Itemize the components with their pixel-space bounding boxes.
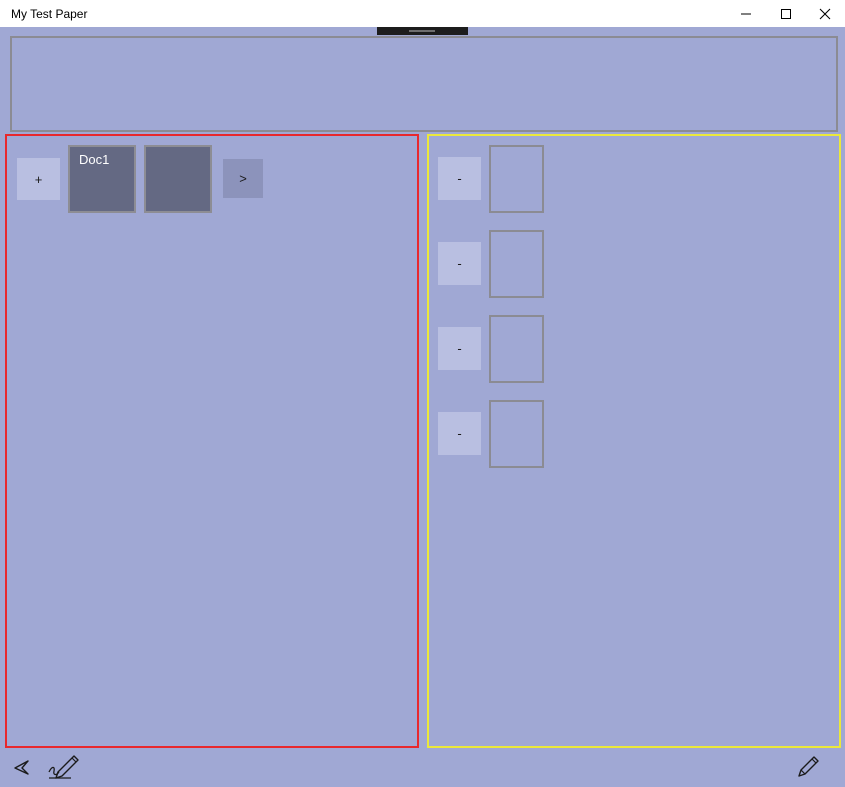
close-button[interactable] bbox=[805, 0, 845, 27]
pencil-button[interactable] bbox=[795, 752, 821, 780]
window-title: My Test Paper bbox=[11, 7, 88, 21]
remove-button-label: - bbox=[457, 426, 462, 441]
add-document-button[interactable]: + bbox=[17, 158, 60, 200]
title-bar: My Test Paper bbox=[0, 0, 845, 27]
remove-button[interactable]: - bbox=[438, 412, 481, 455]
signature-button[interactable] bbox=[47, 752, 81, 780]
close-icon bbox=[819, 8, 831, 19]
next-button-label: > bbox=[239, 171, 247, 186]
remove-button[interactable]: - bbox=[438, 242, 481, 285]
grip-line bbox=[409, 30, 435, 32]
maximize-button[interactable] bbox=[766, 0, 806, 27]
top-panel bbox=[10, 36, 838, 132]
remove-button-label: - bbox=[457, 341, 462, 356]
right-panel: - - - - bbox=[427, 134, 841, 748]
navigate-arrow-icon bbox=[14, 760, 29, 775]
add-button-label: + bbox=[34, 171, 43, 187]
maximize-icon bbox=[781, 8, 791, 19]
item-slot[interactable] bbox=[489, 315, 544, 383]
left-panel: + Doc1 > bbox=[5, 134, 419, 748]
remove-button-label: - bbox=[457, 256, 462, 271]
navigate-button[interactable] bbox=[13, 758, 31, 776]
remove-button-label: - bbox=[457, 171, 462, 186]
remove-button[interactable]: - bbox=[438, 327, 481, 370]
next-button[interactable]: > bbox=[223, 159, 263, 198]
signature-pen-icon bbox=[48, 755, 79, 779]
drag-grip[interactable] bbox=[377, 27, 468, 35]
minimize-button[interactable] bbox=[726, 0, 766, 27]
document-tile[interactable]: Doc1 bbox=[68, 145, 136, 213]
document-label: Doc1 bbox=[79, 152, 110, 167]
remove-button[interactable]: - bbox=[438, 157, 481, 200]
document-tile[interactable] bbox=[144, 145, 212, 213]
minimize-icon bbox=[741, 13, 751, 14]
item-slot[interactable] bbox=[489, 145, 544, 213]
item-slot[interactable] bbox=[489, 400, 544, 468]
item-slot[interactable] bbox=[489, 230, 544, 298]
pencil-icon bbox=[798, 756, 819, 777]
